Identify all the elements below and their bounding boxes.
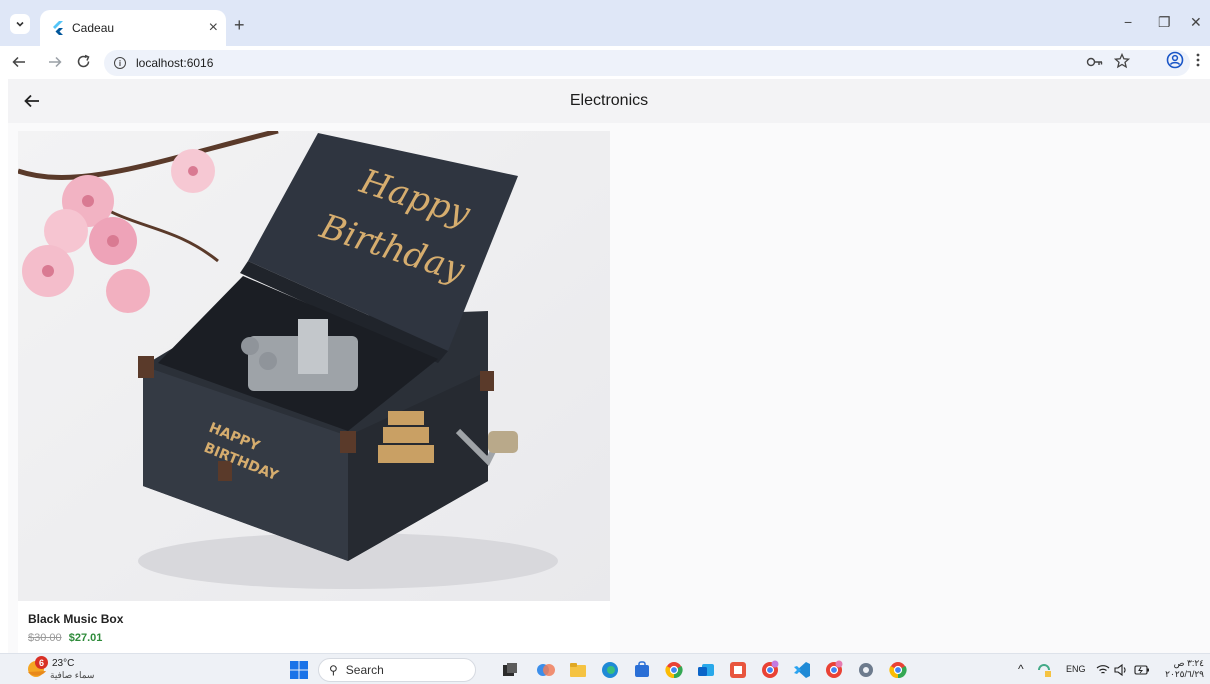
minimize-button[interactable]: −: [1124, 14, 1132, 30]
search-icon: ⚲: [329, 663, 338, 677]
volume-icon[interactable]: [1114, 663, 1128, 677]
flutter-logo-icon: [53, 21, 63, 35]
chrome-icon[interactable]: [664, 660, 684, 680]
browser-toolbar: i localhost:6016: [0, 46, 1210, 78]
chrome-alt-profile-icon[interactable]: [824, 660, 844, 680]
tab-strip: Cadeau × + − ❐ ✕: [0, 0, 1210, 46]
tray-app-icon[interactable]: [1036, 662, 1052, 678]
clock-date: ٢٠٢٥/٦/٢٩: [1165, 669, 1204, 679]
page-title: Electronics: [569, 92, 649, 109]
sale-price: $27.01: [68, 632, 103, 644]
store-icon[interactable]: [632, 660, 652, 680]
profile-icon[interactable]: [1166, 51, 1184, 69]
password-key-icon[interactable]: [1086, 56, 1104, 68]
reload-icon[interactable]: [76, 54, 91, 69]
edge-icon[interactable]: [600, 660, 620, 680]
restore-button[interactable]: ❐: [1158, 14, 1171, 31]
weather-badge: 6: [35, 656, 48, 669]
wifi-icon[interactable]: [1096, 663, 1110, 677]
product-name: Black Music Box: [28, 612, 124, 626]
system-clock[interactable]: ٣:٢٤ ص ٢٠٢٥/٦/٢٩: [1162, 658, 1204, 680]
tab-close-button[interactable]: ×: [209, 20, 218, 36]
windows-taskbar: 6 23°C سماء صافية ⚲ Search ^ ENG ٣:٢٤ ص …: [0, 653, 1210, 684]
dev-app-icon[interactable]: [728, 660, 748, 680]
settings-gear-icon[interactable]: [856, 660, 876, 680]
chrome-active-icon[interactable]: [888, 660, 908, 680]
tab-title: Cadeau: [72, 21, 115, 35]
product-image[interactable]: Happy Birthday HAPPY BIRTHDAY: [18, 131, 610, 601]
weather-temperature[interactable]: 23°C: [52, 658, 74, 669]
menu-icon[interactable]: [1196, 53, 1200, 67]
app-bar: Electronics: [8, 79, 1210, 123]
site-info-icon[interactable]: i: [114, 57, 126, 69]
clock-time: ٣:٢٤ ص: [1173, 658, 1204, 668]
app-viewport: Electronics Happy Birthday HAPPY BIRTHDA…: [8, 79, 1210, 653]
bookmark-star-icon[interactable]: [1114, 53, 1130, 69]
back-icon[interactable]: [12, 55, 26, 69]
windows-start-icon[interactable]: [290, 661, 308, 679]
copilot-icon[interactable]: [536, 660, 556, 680]
product-card[interactable]: Happy Birthday HAPPY BIRTHDAY Black Musi…: [18, 131, 610, 653]
address-bar[interactable]: i localhost:6016: [104, 50, 1190, 76]
tray-overflow-caret[interactable]: ^: [1018, 662, 1024, 676]
new-tab-button[interactable]: +: [234, 16, 245, 34]
file-explorer-icon[interactable]: [568, 660, 588, 680]
browser-tab[interactable]: Cadeau ×: [40, 10, 226, 46]
weather-description[interactable]: سماء صافية: [50, 670, 94, 681]
price-row: $30.00 $27.01: [28, 632, 102, 644]
old-price: $30.00: [28, 632, 62, 644]
vscode-icon[interactable]: [792, 660, 812, 680]
taskbar-search[interactable]: ⚲ Search: [318, 658, 476, 682]
chevron-down-icon: [16, 21, 24, 27]
chrome-profile-icon[interactable]: [760, 660, 780, 680]
outlook-icon[interactable]: [696, 660, 716, 680]
battery-icon[interactable]: [1134, 663, 1150, 677]
forward-icon[interactable]: [48, 55, 62, 69]
search-label: Search: [345, 663, 384, 677]
tab-search-button[interactable]: [10, 14, 30, 34]
task-view-icon[interactable]: [500, 660, 520, 680]
language-indicator[interactable]: ENG: [1066, 664, 1086, 674]
url-text: localhost:6016: [136, 56, 214, 70]
close-window-button[interactable]: ✕: [1190, 14, 1202, 31]
